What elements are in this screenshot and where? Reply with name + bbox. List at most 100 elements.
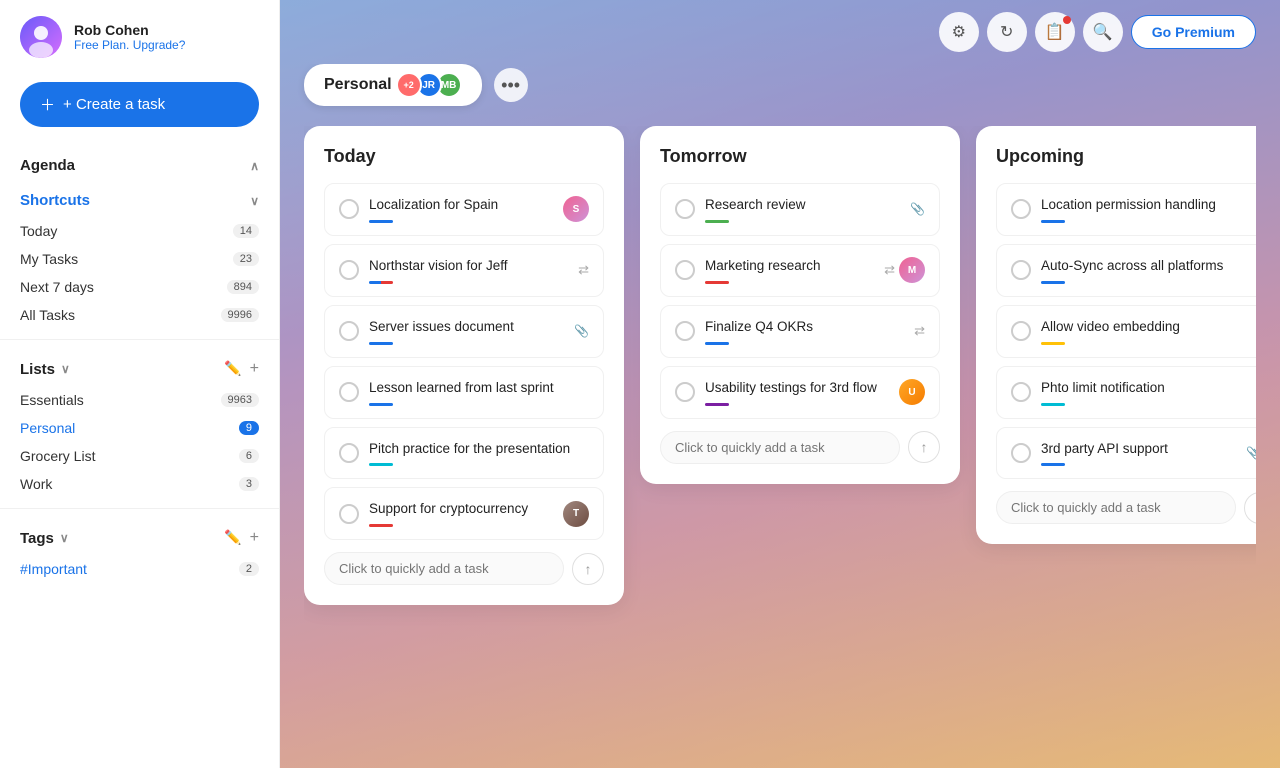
task-item[interactable]: Lesson learned from last sprint	[324, 366, 604, 419]
task-indicator	[369, 463, 393, 466]
task-item[interactable]: Research review 📎	[660, 183, 940, 236]
tags-header-left[interactable]: Tags ∨	[20, 530, 69, 547]
task-item[interactable]: 3rd party API support 📎	[996, 427, 1256, 480]
user-info: Rob Cohen Free Plan. Upgrade?	[74, 22, 185, 52]
task-indicator	[1041, 281, 1065, 284]
add-task-input-tomorrow[interactable]	[660, 431, 900, 464]
task-indicator	[369, 403, 393, 406]
task-item[interactable]: Marketing research ⇄ M	[660, 244, 940, 297]
task-checkbox[interactable]	[675, 260, 695, 280]
task-title: Northstar vision for Jeff	[369, 257, 568, 276]
project-name-tab[interactable]: Personal +2 JR MB	[304, 64, 482, 106]
task-list-upcoming: Location permission handling Auto-Sync a…	[996, 183, 1256, 479]
more-options-button[interactable]: •••	[494, 68, 528, 102]
settings-button[interactable]: ⚙	[939, 12, 979, 52]
task-item[interactable]: Pitch practice for the presentation	[324, 427, 604, 480]
user-avatar	[20, 16, 62, 58]
task-checkbox[interactable]	[339, 321, 359, 341]
plus-icon: ＋	[40, 94, 55, 115]
shortcuts-header[interactable]: Shortcuts ∨	[20, 182, 259, 217]
tags-header: Tags ∨ ✏️ +	[20, 519, 259, 555]
search-button[interactable]: 🔍	[1083, 12, 1123, 52]
task-checkbox[interactable]	[675, 321, 695, 341]
task-checkbox[interactable]	[339, 260, 359, 280]
add-task-input-upcoming[interactable]	[996, 491, 1236, 524]
tag-important[interactable]: #Important 2	[20, 555, 259, 583]
add-task-send-today[interactable]: ↑	[572, 553, 604, 585]
list-grocery[interactable]: Grocery List 6	[20, 442, 259, 470]
task-checkbox[interactable]	[675, 199, 695, 219]
task-checkbox[interactable]	[339, 504, 359, 524]
task-content: Pitch practice for the presentation	[369, 440, 589, 467]
refresh-button[interactable]: ↻	[987, 12, 1027, 52]
task-indicator	[705, 281, 729, 284]
task-item[interactable]: Finalize Q4 OKRs ⇄	[660, 305, 940, 358]
task-title: Pitch practice for the presentation	[369, 440, 589, 459]
all-tasks-badge: 9996	[221, 308, 259, 322]
shortcuts-chevron-icon: ∨	[250, 194, 259, 208]
subtask-icon: ⇄	[578, 262, 589, 278]
task-checkbox[interactable]	[339, 382, 359, 402]
task-checkbox[interactable]	[1011, 382, 1031, 402]
task-item[interactable]: Server issues document 📎	[324, 305, 604, 358]
tags-chevron-icon: ∨	[60, 531, 69, 545]
today-badge: 14	[233, 224, 259, 238]
add-list-icon[interactable]: +	[250, 360, 259, 378]
task-item[interactable]: Phto limit notification	[996, 366, 1256, 419]
task-content: Support for cryptocurrency	[369, 500, 553, 527]
add-task-send-upcoming[interactable]: ↑	[1244, 492, 1256, 524]
add-task-send-tomorrow[interactable]: ↑	[908, 431, 940, 463]
task-content: Northstar vision for Jeff	[369, 257, 568, 284]
nav-my-tasks[interactable]: My Tasks 23	[20, 245, 259, 273]
task-checkbox[interactable]	[339, 443, 359, 463]
task-item[interactable]: Northstar vision for Jeff ⇄	[324, 244, 604, 297]
add-task-area-today: ↑	[324, 552, 604, 585]
notifications-button[interactable]: 📋	[1035, 12, 1075, 52]
lists-header-left[interactable]: Lists ∨	[20, 361, 70, 378]
list-personal[interactable]: Personal 9	[20, 414, 259, 442]
task-item[interactable]: Location permission handling	[996, 183, 1256, 236]
task-assignee-avatar: M	[899, 257, 925, 283]
agenda-header[interactable]: Agenda ∧	[20, 147, 259, 182]
task-title: Support for cryptocurrency	[369, 500, 553, 519]
task-indicator	[705, 342, 729, 345]
create-task-button[interactable]: ＋ + Create a task	[20, 82, 259, 127]
nav-next-7-days[interactable]: Next 7 days 894	[20, 273, 259, 301]
task-content: Usability testings for 3rd flow	[705, 379, 889, 406]
edit-lists-icon[interactable]: ✏️	[224, 360, 241, 378]
task-checkbox[interactable]	[675, 382, 695, 402]
task-item[interactable]: Localization for Spain S	[324, 183, 604, 236]
task-item[interactable]: Allow video embedding	[996, 305, 1256, 358]
personal-badge: 9	[239, 421, 259, 435]
go-premium-button[interactable]: Go Premium	[1131, 15, 1256, 49]
add-tag-icon[interactable]: +	[250, 529, 259, 547]
add-task-input-today[interactable]	[324, 552, 564, 585]
tags-section: Tags ∨ ✏️ + #Important 2	[0, 515, 279, 587]
nav-today[interactable]: Today 14	[20, 217, 259, 245]
task-item[interactable]: Auto-Sync across all platforms	[996, 244, 1256, 297]
nav-all-tasks[interactable]: All Tasks 9996	[20, 301, 259, 329]
list-essentials[interactable]: Essentials 9963	[20, 386, 259, 414]
lists-header: Lists ∨ ✏️ +	[20, 350, 259, 386]
add-task-area-tomorrow: ↑	[660, 431, 940, 464]
task-checkbox[interactable]	[339, 199, 359, 219]
column-upcoming-header: Upcoming	[996, 146, 1256, 167]
task-checkbox[interactable]	[1011, 260, 1031, 280]
member-avatars: +2 JR MB	[402, 72, 462, 98]
attachment-icon: 📎	[574, 324, 589, 338]
list-work[interactable]: Work 3	[20, 470, 259, 498]
task-item[interactable]: Usability testings for 3rd flow U	[660, 366, 940, 419]
edit-tags-icon[interactable]: ✏️	[224, 529, 241, 547]
upgrade-link[interactable]: Upgrade?	[133, 38, 186, 52]
task-title: 3rd party API support	[1041, 440, 1236, 459]
attachment-icon: 📎	[1246, 446, 1256, 460]
important-badge: 2	[239, 562, 259, 576]
task-title: Research review	[705, 196, 900, 215]
task-indicator	[1041, 463, 1065, 466]
task-indicator	[369, 281, 393, 284]
task-checkbox[interactable]	[1011, 443, 1031, 463]
task-item[interactable]: Support for cryptocurrency T	[324, 487, 604, 540]
task-checkbox[interactable]	[1011, 199, 1031, 219]
agenda-chevron-icon: ∧	[250, 159, 259, 173]
task-checkbox[interactable]	[1011, 321, 1031, 341]
